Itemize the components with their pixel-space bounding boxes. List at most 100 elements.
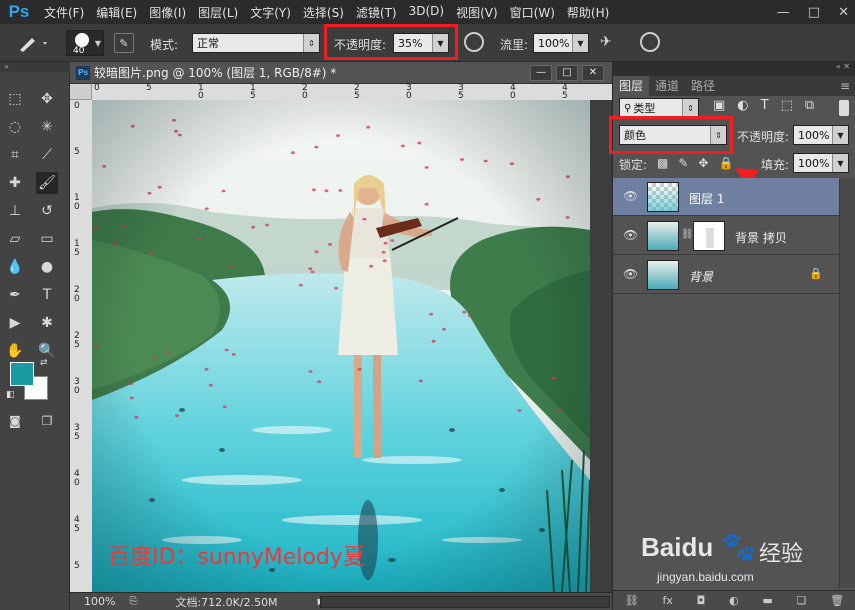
path-selection-tool-icon[interactable]: ▶ [4,312,26,334]
panel-collapse-icon[interactable]: « ✕ [613,62,855,76]
document-canvas[interactable]: 百度ID：sunnyMelody夏 [92,100,590,592]
share-icon[interactable]: ⎘ [129,596,137,607]
menu-item[interactable]: 滤镜(T) [350,4,403,21]
tab-channels[interactable]: 通道 [649,76,685,96]
tab-paths[interactable]: 路径 [685,76,721,96]
blend-mode-select[interactable]: 颜色 ⇕ [619,125,727,145]
menu-item[interactable]: 编辑(E) [90,4,143,21]
horizontal-scrollbar[interactable] [320,596,610,608]
lock-icon: 🔒 [809,267,823,280]
visibility-eye-icon[interactable]: 👁 [623,228,638,242]
add-mask-icon[interactable]: ◘ [697,594,706,607]
magic-wand-tool-icon[interactable]: ✳ [36,116,58,138]
layer-name[interactable]: 背景 拷贝 [735,229,787,246]
eyedropper-tool-icon[interactable]: ⟋ [36,144,58,166]
link-layers-icon[interactable]: ⛓ [625,594,639,607]
smart-object-filter-icon[interactable]: ⧉ [805,98,814,113]
adjustment-filter-icon[interactable]: ◐ [737,98,748,113]
lock-position-icon[interactable]: ✥ [698,156,708,170]
ruler-origin[interactable] [70,84,92,100]
gradient-tool-icon[interactable]: ▭ [36,228,58,250]
menu-item[interactable]: 文件(F) [38,4,90,21]
menu-item[interactable]: 图像(I) [143,4,192,21]
zoom-level[interactable]: 100% [84,595,115,608]
marquee-tool-icon[interactable]: ⬚ [4,88,26,110]
window-controls: — □ ✕ [777,0,849,24]
lock-transparency-icon[interactable]: ▩ [657,156,668,170]
layer-row[interactable]: 👁 图层 1 [613,178,839,216]
shape-tool-icon[interactable]: ✱ [36,312,58,334]
screen-mode-icon[interactable]: ❐ [36,410,58,432]
doc-minimize-button[interactable]: — [530,64,552,81]
history-brush-tool-icon[interactable]: ↺ [36,200,58,222]
menu-item[interactable]: 文字(Y) [244,4,297,21]
shape-filter-icon[interactable]: ⬚ [781,98,793,113]
pixel-filter-icon[interactable]: ▣ [713,98,725,113]
new-layer-icon[interactable]: ❏ [797,594,807,607]
healing-brush-tool-icon[interactable]: ✚ [4,172,26,194]
lasso-tool-icon[interactable]: ◌ [4,116,26,138]
move-tool-icon[interactable]: ✥ [36,88,58,110]
crop-tool-icon[interactable]: ⌗ [4,144,26,166]
menu-item[interactable]: 选择(S) [297,4,350,21]
link-icon[interactable]: ⛓ [681,229,694,240]
visibility-eye-icon[interactable]: 👁 [623,267,638,281]
foreground-color-swatch[interactable] [10,362,34,386]
pen-tool-icon[interactable]: ✒ [4,284,26,306]
blur-tool-icon[interactable]: 💧 [4,256,26,278]
panel-menu-icon[interactable]: ≡ [840,76,855,96]
layer-filter-select[interactable]: ⚲ 类型 ⇕ [619,98,699,118]
close-button[interactable]: ✕ [838,5,849,20]
layer-mask-thumbnail[interactable] [693,221,725,251]
eraser-tool-icon[interactable]: ▱ [4,228,26,250]
swap-colors-icon[interactable]: ⇄ [40,358,48,368]
layer-opacity-input[interactable]: 100% ▼ [793,125,849,145]
lock-pixels-icon[interactable]: ✎ [678,156,688,170]
adjustment-layer-icon[interactable]: ◐ [729,594,739,607]
layer-row[interactable]: 👁 背景 🔒 [613,256,839,294]
layer-row[interactable]: 👁 ⛓ 背景 拷贝 [613,217,839,255]
fx-icon[interactable]: fx [663,594,673,607]
dodge-tool-icon[interactable]: ● [36,256,58,278]
collapse-arrows-icon[interactable]: » [0,62,70,72]
maximize-button[interactable]: □ [808,5,820,20]
trash-icon[interactable]: 🗑 [830,594,844,607]
airbrush-icon[interactable]: ✈ [600,34,620,52]
hand-tool-icon[interactable]: ✋ [4,340,26,362]
vertical-ruler[interactable]: 0 5 1 0 1 5 2 0 2 5 3 0 3 5 4 0 4 5 5 [70,100,92,592]
brush-preset-picker[interactable] [16,32,50,54]
pressure-opacity-icon[interactable] [464,32,484,52]
document-tab[interactable]: Ps 较暗图片.png @ 100% (图层 1, RGB/8#) * — □ … [70,62,612,84]
menu-item[interactable]: 窗口(W) [504,4,561,21]
layers-scrollbar[interactable] [839,178,855,588]
mode-select[interactable]: 正常 ⇕ [192,33,320,53]
pressure-size-icon[interactable] [640,32,660,52]
tab-layers[interactable]: 图层 [613,76,650,96]
menu-item[interactable]: 帮助(H) [561,4,615,21]
menu-item[interactable]: 视图(V) [450,4,504,21]
filter-toggle-switch[interactable] [839,100,849,116]
doc-maximize-button[interactable]: □ [556,64,578,81]
flow-input[interactable]: 100% ▼ [533,33,589,53]
chevron-updown-icon: ⇕ [303,34,319,52]
layer-name[interactable]: 图层 1 [689,190,724,207]
brush-tool-icon[interactable]: 🖌 [36,172,58,194]
horizontal-ruler[interactable]: 0 5 1 0 1 5 2 0 2 5 3 0 3 5 4 0 4 5 [92,84,612,101]
clone-stamp-tool-icon[interactable]: ⊥ [4,200,26,222]
visibility-eye-icon[interactable]: 👁 [623,189,638,203]
menu-item[interactable]: 图层(L) [192,4,244,21]
type-tool-icon[interactable]: T [36,284,58,306]
opacity-input[interactable]: 35% ▼ [393,33,449,53]
menu-item[interactable]: 3D(D) [403,4,450,21]
default-colors-icon[interactable]: ◧ [6,390,15,400]
minimize-button[interactable]: — [777,5,790,20]
type-filter-icon[interactable]: T [761,98,769,113]
vertical-scrollbar[interactable] [590,100,612,592]
brush-size-picker[interactable]: 40 ▼ [66,30,104,56]
group-folder-icon[interactable]: ▬ [762,594,772,607]
doc-close-button[interactable]: ✕ [582,64,604,81]
layer-name[interactable]: 背景 [689,268,713,285]
baidu-brand: Baidu [641,532,714,562]
quick-mask-icon[interactable]: ◙ [4,410,26,432]
brush-panel-toggle-icon[interactable]: ✎ [114,33,134,53]
